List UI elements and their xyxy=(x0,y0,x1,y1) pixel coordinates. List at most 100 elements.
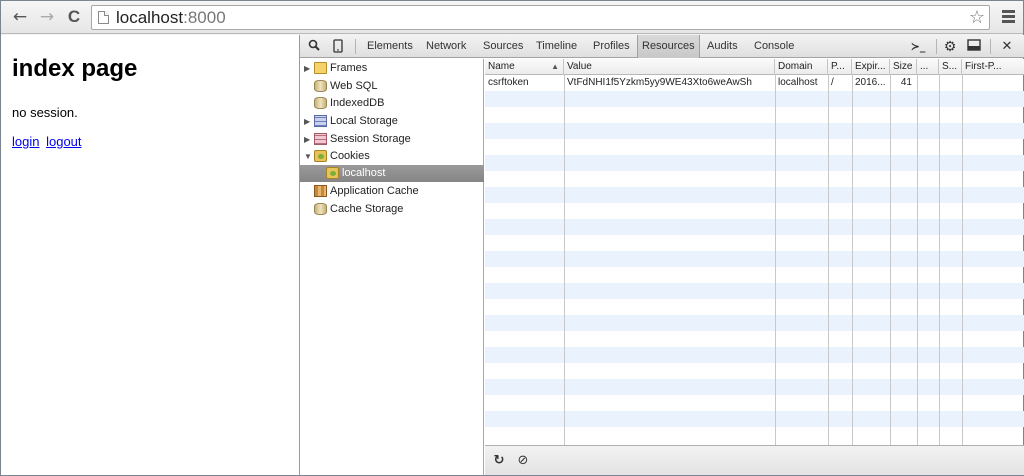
refresh-icon[interactable]: ↻ xyxy=(491,453,507,469)
url-text: localhost:8000 xyxy=(116,8,226,28)
table-cell: VtFdNHI1f5Yzkm5yy9WE43Xto6weAwSh xyxy=(567,77,752,88)
storage-grid-icon xyxy=(314,133,327,145)
toolbar-divider xyxy=(990,39,991,54)
chrome-menu-icon[interactable] xyxy=(1002,10,1015,23)
empty-table-row xyxy=(485,219,1024,235)
tab-timeline[interactable]: Timeline xyxy=(532,35,581,58)
column-header-size[interactable]: Size xyxy=(890,59,917,75)
table-cell xyxy=(917,75,939,91)
tab-console[interactable]: Console xyxy=(750,35,798,58)
tree-item-label: Local Storage xyxy=(330,115,398,127)
tab-sources[interactable]: Sources xyxy=(479,35,527,58)
column-header-name[interactable]: Name ▲ xyxy=(485,59,564,75)
bookmark-star-icon[interactable]: ☆ xyxy=(969,7,985,28)
address-bar[interactable]: localhost:8000 ☆ xyxy=(91,5,990,30)
session-status: no session. xyxy=(12,105,78,120)
resources-sidebar: ▶ Frames Web SQL IndexedDB ▶ Local Stora… xyxy=(300,59,484,475)
column-header-first-party[interactable]: First-P... xyxy=(962,59,1024,75)
table-cell xyxy=(939,75,962,91)
forward-icon[interactable]: → xyxy=(37,7,57,27)
table-header: Name ▲ Value Domain P... Expir... Size ..… xyxy=(485,59,1024,75)
table-cell: csrftoken xyxy=(488,77,529,88)
expand-arrow-icon[interactable]: ▶ xyxy=(304,60,310,77)
tree-item-application-cache[interactable]: Application Cache xyxy=(300,183,484,200)
column-label: Name xyxy=(488,61,515,72)
tree-item-frames[interactable]: ▶ Frames xyxy=(300,60,484,77)
table-cell xyxy=(962,75,1024,91)
tree-item-label: Frames xyxy=(330,62,368,74)
tab-elements[interactable]: Elements xyxy=(363,35,417,58)
app-cache-icon xyxy=(314,185,327,197)
settings-gear-icon[interactable]: ⚙ xyxy=(942,39,958,55)
column-header-value[interactable]: Value xyxy=(564,59,775,75)
tab-resources[interactable]: Resources xyxy=(637,35,700,58)
tree-item-session-storage[interactable]: ▶ Session Storage xyxy=(300,131,484,148)
empty-table-row xyxy=(485,267,1024,283)
toolbar-divider xyxy=(936,39,937,54)
column-divider xyxy=(828,75,829,445)
empty-table-row xyxy=(485,251,1024,267)
page-title: index page xyxy=(12,55,138,82)
empty-table-row xyxy=(485,427,1024,443)
login-link[interactable]: login xyxy=(12,134,39,149)
folder-icon xyxy=(314,62,327,74)
tab-audits[interactable]: Audits xyxy=(703,35,742,58)
empty-table-row xyxy=(485,107,1024,123)
empty-table-row xyxy=(485,203,1024,219)
empty-table-row xyxy=(485,411,1024,427)
column-header-secure[interactable]: S... xyxy=(939,59,962,75)
empty-table-row xyxy=(485,235,1024,251)
reload-icon[interactable]: C xyxy=(64,7,84,27)
tab-network[interactable]: Network xyxy=(422,35,470,58)
tree-item-cache-storage[interactable]: Cache Storage xyxy=(300,201,484,218)
tree-item-web-sql[interactable]: Web SQL xyxy=(300,78,484,95)
back-icon[interactable]: ← xyxy=(10,7,30,27)
empty-table-row xyxy=(485,171,1024,187)
empty-table-row xyxy=(485,123,1024,139)
tree-item-label: Web SQL xyxy=(330,80,378,92)
cookies-table: Name ▲ Value Domain P... Expir... Size ..… xyxy=(485,59,1024,445)
tree-item-label: Application Cache xyxy=(330,185,419,197)
empty-table-row xyxy=(485,139,1024,155)
device-mode-icon[interactable] xyxy=(330,39,346,55)
database-icon xyxy=(314,97,327,109)
column-divider xyxy=(564,75,565,445)
tree-item-cookies[interactable]: ▼ Cookies xyxy=(300,148,484,165)
sort-ascending-icon: ▲ xyxy=(551,62,559,71)
expand-arrow-icon[interactable]: ▶ xyxy=(304,113,310,130)
web-page: index page no session. login logout xyxy=(1,35,299,475)
logout-link[interactable]: logout xyxy=(46,134,81,149)
column-divider xyxy=(917,75,918,445)
browser-toolbar: ← → C localhost:8000 ☆ xyxy=(1,1,1023,34)
tree-item-label: localhost xyxy=(342,167,386,179)
clear-all-icon[interactable]: ⊘ xyxy=(515,453,531,469)
dock-side-icon[interactable] xyxy=(966,39,982,55)
tab-profiles[interactable]: Profiles xyxy=(589,35,634,58)
empty-table-row xyxy=(485,155,1024,171)
column-header-domain[interactable]: Domain xyxy=(775,59,828,75)
expand-arrow-icon[interactable]: ▶ xyxy=(304,131,310,148)
cookie-icon xyxy=(314,150,327,162)
column-header-expires[interactable]: Expir... xyxy=(852,59,890,75)
browser-window: ← → C localhost:8000 ☆ index page no ses… xyxy=(0,0,1024,476)
tree-item-cookies-localhost[interactable]: localhost xyxy=(300,165,484,182)
storage-grid-icon xyxy=(314,115,327,127)
page-links: login logout xyxy=(12,134,85,149)
empty-table-row xyxy=(485,91,1024,107)
database-icon xyxy=(314,80,327,92)
column-divider xyxy=(890,75,891,445)
tree-item-label: Cookies xyxy=(330,150,370,162)
collapse-arrow-icon[interactable]: ▼ xyxy=(304,148,312,165)
empty-table-row xyxy=(485,299,1024,315)
toolbar-divider xyxy=(355,39,356,54)
column-header-http[interactable]: ... xyxy=(917,59,939,75)
table-cell: localhost xyxy=(778,77,818,88)
tree-item-local-storage[interactable]: ▶ Local Storage xyxy=(300,113,484,130)
console-drawer-icon[interactable]: ≻_ xyxy=(908,39,928,55)
table-row[interactable]: csrftoken VtFdNHI1f5Yzkm5yy9WE43Xto6weAwS… xyxy=(485,75,1024,91)
close-devtools-icon[interactable]: ✕ xyxy=(999,39,1015,55)
search-icon[interactable] xyxy=(306,39,322,55)
empty-table-row xyxy=(485,395,1024,411)
column-header-path[interactable]: P... xyxy=(828,59,852,75)
tree-item-indexeddb[interactable]: IndexedDB xyxy=(300,95,484,112)
